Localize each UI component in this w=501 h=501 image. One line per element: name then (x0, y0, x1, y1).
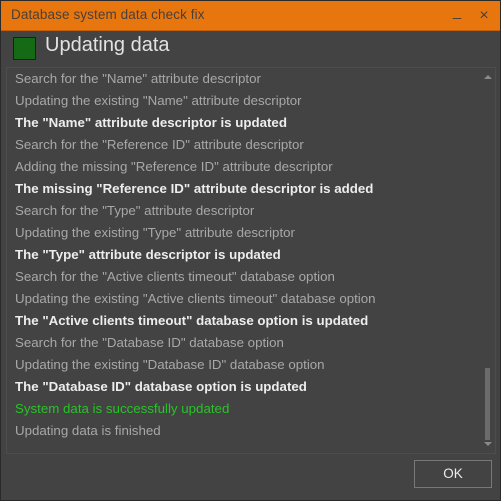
window-title: Database system data check fix (11, 7, 205, 22)
log-list-item[interactable]: Adding the missing "Reference ID" attrib… (7, 156, 481, 178)
log-list[interactable]: Search for the "Name" attribute descript… (7, 68, 481, 453)
dialog-header: Updating data (1, 32, 500, 65)
close-button[interactable]: × (471, 1, 497, 31)
dialog-footer: OK (1, 454, 500, 500)
log-list-item[interactable]: Search for the "Name" attribute descript… (7, 68, 481, 90)
ok-button[interactable]: OK (414, 460, 492, 488)
green-square-icon (13, 37, 36, 60)
log-list-item[interactable]: Updating data is finished (7, 420, 481, 442)
log-list-item[interactable]: Search for the "Active clients timeout" … (7, 266, 481, 288)
triangle-down-icon (484, 442, 492, 446)
dialog-window: Database system data check fix _ × Updat… (0, 0, 501, 501)
log-list-item[interactable]: The "Name" attribute descriptor is updat… (7, 112, 481, 134)
scrollbar-thumb[interactable] (485, 368, 490, 440)
scroll-down-button[interactable] (481, 437, 495, 451)
log-list-item[interactable]: Search for the "Database ID" database op… (7, 332, 481, 354)
log-list-item[interactable]: The "Active clients timeout" database op… (7, 310, 481, 332)
minimize-icon: _ (452, 3, 462, 20)
vertical-scrollbar[interactable] (481, 68, 495, 453)
log-list-item[interactable]: Updating the existing "Database ID" data… (7, 354, 481, 376)
log-list-item[interactable]: The missing "Reference ID" attribute des… (7, 178, 481, 200)
log-list-item[interactable]: The "Type" attribute descriptor is updat… (7, 244, 481, 266)
title-bar[interactable]: Database system data check fix _ × (1, 1, 500, 31)
triangle-up-icon (484, 75, 492, 79)
minimize-button[interactable]: _ (444, 1, 470, 31)
log-list-item[interactable]: Search for the "Type" attribute descript… (7, 200, 481, 222)
log-list-item[interactable]: System data is successfully updated (7, 398, 481, 420)
page-title: Updating data (45, 34, 170, 56)
log-list-item[interactable]: Updating the existing "Active clients ti… (7, 288, 481, 310)
scroll-up-button[interactable] (481, 70, 495, 84)
log-list-item[interactable]: Updating the existing "Name" attribute d… (7, 90, 481, 112)
log-list-panel: Search for the "Name" attribute descript… (6, 67, 496, 454)
log-list-item[interactable]: The "Database ID" database option is upd… (7, 376, 481, 398)
log-list-item[interactable]: Search for the "Reference ID" attribute … (7, 134, 481, 156)
log-list-item[interactable]: Updating the existing "Type" attribute d… (7, 222, 481, 244)
